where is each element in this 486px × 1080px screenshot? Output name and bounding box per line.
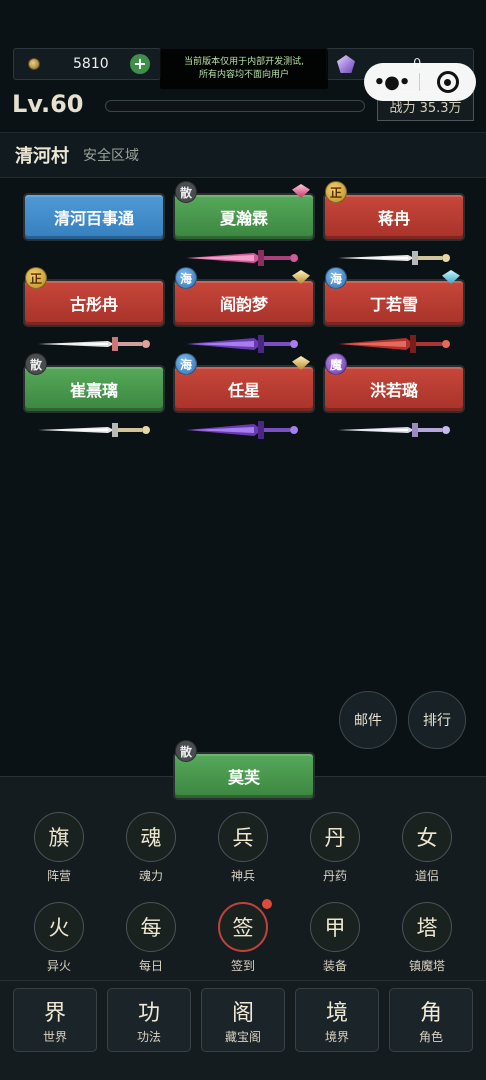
notification-dot — [262, 899, 272, 909]
tab-character[interactable]: 角 角色 — [389, 988, 473, 1052]
player-npc-button[interactable]: 莫芙 — [173, 752, 315, 800]
faction-badge: 散 — [25, 353, 47, 375]
npc-button[interactable]: 任星 — [173, 365, 315, 413]
world-icon: 界 — [43, 1001, 66, 1026]
add-coins-button[interactable]: + — [130, 54, 150, 74]
npc-button[interactable]: 洪若璐 — [323, 365, 465, 413]
partner-icon[interactable]: 女 — [402, 812, 452, 862]
ranking-button[interactable]: 排行 — [408, 691, 466, 749]
realm-icon: 境 — [325, 1001, 348, 1026]
tab-world[interactable]: 界 世界 — [13, 988, 97, 1052]
npc-button[interactable]: 丁若雪 — [323, 279, 465, 327]
coin-value: 5810 — [73, 56, 109, 72]
armor-icon[interactable]: 甲 — [310, 902, 360, 952]
daily-icon[interactable]: 每 — [126, 902, 176, 952]
flag-icon[interactable]: 旗 — [34, 812, 84, 862]
weapon-icon[interactable]: 兵 — [218, 812, 268, 862]
crystal-icon — [337, 55, 355, 73]
sword-icon — [186, 421, 298, 439]
checkin-icon[interactable]: 签 — [218, 902, 268, 952]
npc-button[interactable]: 崔熹璃 — [23, 365, 165, 413]
sword-icon — [338, 251, 450, 265]
faction-badge: 正 — [25, 267, 47, 289]
sword-icon — [186, 335, 298, 353]
tab-label: 角色 — [418, 1030, 443, 1044]
dev-notice: 当前版本仅用于内部开发测试, 所有内容均不面向用户 — [160, 49, 328, 89]
feature-label: 道侣 — [414, 869, 439, 883]
mail-button[interactable]: 邮件 — [339, 691, 397, 749]
pill-icon[interactable]: 丹 — [310, 812, 360, 862]
feature-label: 丹药 — [322, 869, 347, 883]
feature-label: 镇魔塔 — [408, 959, 445, 973]
sword-icon — [338, 335, 450, 353]
coin-icon — [28, 58, 40, 70]
npc-button[interactable]: 阎韵梦 — [173, 279, 315, 327]
treasury-icon: 阁 — [231, 1001, 254, 1026]
faction-badge: 魔 — [325, 353, 347, 375]
feature-label: 装备 — [322, 959, 347, 973]
npc-button[interactable]: 清河百事通 — [23, 193, 165, 241]
npc-button[interactable]: 夏瀚霖 — [173, 193, 315, 241]
feature-label: 阵营 — [46, 869, 71, 883]
exp-bar — [105, 100, 365, 112]
skills-icon: 功 — [137, 1001, 160, 1026]
close-miniprogram-icon[interactable] — [420, 71, 475, 93]
player-level: Lv.60 — [12, 90, 84, 118]
npc-button[interactable]: 古彤冉 — [23, 279, 165, 327]
tab-skills[interactable]: 功 功法 — [107, 988, 191, 1052]
tab-label: 藏宝阁 — [224, 1030, 261, 1044]
feature-label: 签到 — [230, 959, 255, 973]
faction-badge: 海 — [325, 267, 347, 289]
feature-label: 魂力 — [138, 869, 163, 883]
sword-icon — [186, 250, 298, 266]
more-menu-icon[interactable]: •●• — [364, 72, 419, 93]
location-name: 清河村 — [15, 146, 69, 167]
sword-icon — [338, 423, 450, 437]
feature-label: 异火 — [46, 959, 71, 973]
tab-realm[interactable]: 境 境界 — [295, 988, 379, 1052]
faction-badge: 散 — [175, 740, 197, 762]
tab-label: 世界 — [42, 1030, 67, 1044]
faction-badge: 散 — [175, 181, 197, 203]
faction-badge: 海 — [175, 353, 197, 375]
character-icon: 角 — [419, 1001, 442, 1026]
tab-divider — [0, 980, 486, 981]
miniprogram-capsule: •●• — [364, 63, 476, 101]
soul-icon[interactable]: 魂 — [126, 812, 176, 862]
sword-icon — [38, 423, 150, 437]
fire-icon[interactable]: 火 — [34, 902, 84, 952]
faction-badge: 海 — [175, 267, 197, 289]
feature-label: 神兵 — [230, 869, 255, 883]
feature-label: 每日 — [138, 959, 163, 973]
tab-label: 境界 — [324, 1030, 349, 1044]
tower-icon[interactable]: 塔 — [402, 902, 452, 952]
tab-label: 功法 — [136, 1030, 161, 1044]
location-zone: 安全区域 — [83, 148, 139, 164]
coin-counter: 5810 + — [13, 48, 161, 80]
notice-line-1: 当前版本仅用于内部开发测试, — [184, 57, 304, 67]
notice-line-2: 所有内容均不面向用户 — [198, 70, 289, 80]
npc-button[interactable]: 蒋冉 — [323, 193, 465, 241]
sword-icon — [38, 337, 150, 351]
tab-treasury[interactable]: 阁 藏宝阁 — [201, 988, 285, 1052]
location-bar: 清河村 安全区域 — [0, 132, 486, 178]
faction-badge: 正 — [325, 181, 347, 203]
